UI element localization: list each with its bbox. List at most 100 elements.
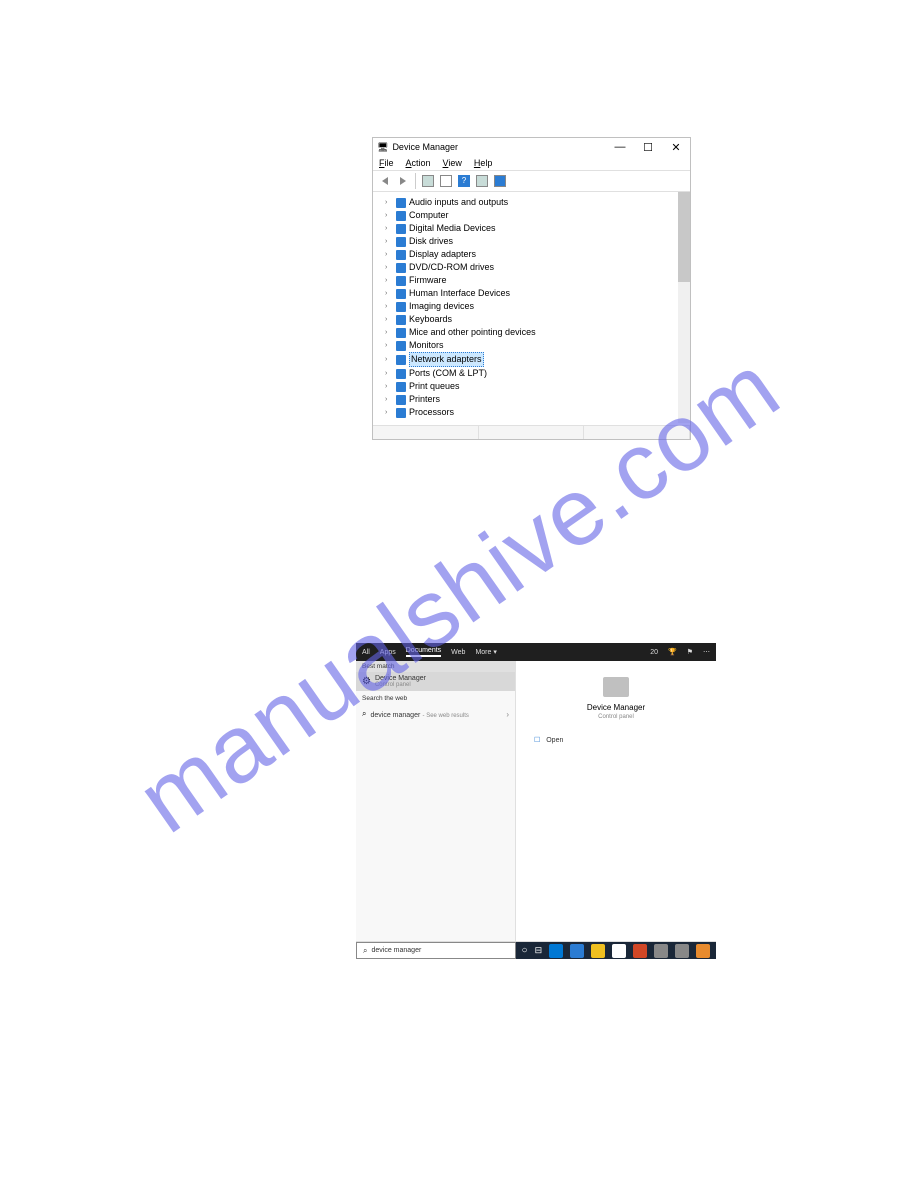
- task-view-icon[interactable]: ⊟: [535, 945, 543, 956]
- forward-button[interactable]: [395, 173, 411, 189]
- search-input[interactable]: ⌕ device manager: [356, 942, 516, 959]
- minimize-button[interactable]: —: [606, 138, 634, 156]
- device-tree: ›Audio inputs and outputs›Computer›Digit…: [373, 192, 690, 423]
- tab-web[interactable]: Web: [451, 649, 465, 656]
- menu-help[interactable]: Help: [474, 158, 493, 168]
- web-result-suffix: - See web results: [423, 713, 469, 719]
- tree-item-human-interface-devices[interactable]: › Human Interface Devices: [373, 287, 690, 300]
- chevron-right-icon[interactable]: ›: [385, 339, 393, 352]
- tree-item-keyboards[interactable]: ›Keyboards: [373, 313, 690, 326]
- tree-item-mice-and-other-pointing-devices[interactable]: ›Mice and other pointing devices: [373, 326, 690, 339]
- result-title: Device Manager: [375, 675, 426, 682]
- tree-item-label: Print queues: [409, 380, 460, 393]
- search-preview-pane: Device Manager Control panel ☐ Open: [516, 661, 716, 941]
- taskbar-app-7[interactable]: [696, 944, 710, 958]
- chevron-right-icon[interactable]: ›: [385, 209, 393, 222]
- chevron-right-icon: ›: [506, 710, 509, 719]
- search-tabs: All Apps Documents Web More ▾ 20 🏆 ⚑ ⋯: [356, 643, 716, 661]
- search-body: Best match ⚙ Device Manager Control pane…: [356, 661, 716, 941]
- tab-apps[interactable]: Apps: [380, 649, 396, 656]
- tree-item-processors[interactable]: ›Processors: [373, 406, 690, 419]
- tree-item-disk-drives[interactable]: › Disk drives: [373, 235, 690, 248]
- scrollbar-thumb[interactable]: [678, 192, 690, 282]
- tab-more[interactable]: More ▾: [475, 648, 496, 656]
- taskbar-app-5[interactable]: [654, 944, 668, 958]
- device-category-icon: [396, 395, 406, 405]
- taskbar-app-1[interactable]: [570, 944, 584, 958]
- window-controls: — ☐ ✕: [606, 138, 690, 156]
- tree-item-label: Firmware: [409, 274, 447, 287]
- preview-icon: [603, 677, 629, 697]
- chevron-right-icon[interactable]: ›: [385, 380, 393, 393]
- chevron-right-icon[interactable]: ›: [385, 222, 393, 235]
- open-action[interactable]: ☐ Open: [524, 734, 708, 746]
- tree-item-label: Digital Media Devices: [409, 222, 496, 235]
- chevron-right-icon[interactable]: ›: [385, 248, 393, 261]
- help-icon: ?: [458, 175, 470, 187]
- device-category-icon: [396, 315, 406, 325]
- more-icon[interactable]: ⋯: [703, 648, 710, 656]
- taskbar-app-4[interactable]: [633, 944, 647, 958]
- tree-item-label: Ports (COM & LPT): [409, 367, 487, 380]
- tree-item-label: Human Interface Devices: [409, 287, 510, 300]
- tree-item-dvd-cd-rom-drives[interactable]: › DVD/CD-ROM drives: [373, 261, 690, 274]
- tree-item-label: DVD/CD-ROM drives: [409, 261, 494, 274]
- chevron-right-icon[interactable]: ›: [385, 235, 393, 248]
- tab-documents[interactable]: Documents: [406, 647, 441, 657]
- scrollbar-track[interactable]: [678, 192, 690, 423]
- menu-view[interactable]: View: [443, 158, 462, 168]
- tree-item-digital-media-devices[interactable]: › Digital Media Devices: [373, 222, 690, 235]
- cortana-icon[interactable]: ○: [522, 945, 528, 956]
- toolbar-help-button[interactable]: ?: [456, 173, 472, 189]
- menu-file[interactable]: File: [379, 158, 394, 168]
- back-button[interactable]: [377, 173, 393, 189]
- result-device-manager[interactable]: ⚙ Device Manager Control panel: [356, 672, 515, 691]
- menu-action[interactable]: Action: [406, 158, 431, 168]
- chevron-right-icon[interactable]: ›: [385, 326, 393, 339]
- tree-item-label: Printers: [409, 393, 440, 406]
- maximize-button[interactable]: ☐: [634, 138, 662, 156]
- device-manager-window: 🖥 Device Manager — ☐ ✕ File Action View …: [372, 137, 691, 440]
- taskbar-app-0[interactable]: [549, 944, 563, 958]
- device-category-icon: [396, 263, 406, 273]
- chevron-right-icon[interactable]: ›: [385, 313, 393, 326]
- device-category-icon: [396, 341, 406, 351]
- chevron-right-icon[interactable]: ›: [385, 196, 393, 209]
- taskbar-app-3[interactable]: [612, 944, 626, 958]
- tree-item-print-queues[interactable]: › Print queues: [373, 380, 690, 393]
- chevron-right-icon[interactable]: ›: [385, 287, 393, 300]
- feedback-icon[interactable]: ⚑: [687, 648, 693, 656]
- toolbar-scan-button[interactable]: [420, 173, 436, 189]
- taskbar-app-2[interactable]: [591, 944, 605, 958]
- trophy-icon[interactable]: 🏆: [668, 648, 677, 656]
- chevron-right-icon[interactable]: ›: [385, 406, 393, 419]
- chevron-right-icon[interactable]: ›: [385, 261, 393, 274]
- close-button[interactable]: ✕: [662, 138, 690, 156]
- tree-item-firmware[interactable]: › Firmware: [373, 274, 690, 287]
- device-category-icon: [396, 302, 406, 312]
- taskbar-apps: ○⊟: [516, 942, 716, 959]
- result-web-search[interactable]: ⌕ device manager - See web results ›: [356, 706, 515, 722]
- tree-item-label: Disk drives: [409, 235, 453, 248]
- chevron-right-icon[interactable]: ›: [385, 274, 393, 287]
- tree-item-display-adapters[interactable]: ›Display adapters: [373, 248, 690, 261]
- tree-item-ports-com-lpt-[interactable]: › Ports (COM & LPT): [373, 367, 690, 380]
- toolbar-monitor-button[interactable]: [492, 173, 508, 189]
- titlebar: 🖥 Device Manager — ☐ ✕: [373, 138, 690, 156]
- toolbar-list-button[interactable]: [438, 173, 454, 189]
- tree-item-computer[interactable]: ›Computer: [373, 209, 690, 222]
- tree-item-audio-inputs-and-outputs[interactable]: ›Audio inputs and outputs: [373, 196, 690, 209]
- taskbar-app-6[interactable]: [675, 944, 689, 958]
- tree-item-printers[interactable]: › Printers: [373, 393, 690, 406]
- toolbar-grid-button[interactable]: [474, 173, 490, 189]
- tree-item-monitors[interactable]: ›Monitors: [373, 339, 690, 352]
- monitor-icon: [494, 175, 506, 187]
- tree-item-network-adapters[interactable]: ›Network adapters: [373, 352, 690, 367]
- chevron-right-icon[interactable]: ›: [385, 393, 393, 406]
- tab-all[interactable]: All: [362, 649, 370, 656]
- chevron-right-icon[interactable]: ›: [385, 353, 393, 366]
- chevron-right-icon[interactable]: ›: [385, 300, 393, 313]
- chevron-right-icon[interactable]: ›: [385, 367, 393, 380]
- open-icon: ☐: [534, 737, 540, 744]
- tree-item-imaging-devices[interactable]: ›Imaging devices: [373, 300, 690, 313]
